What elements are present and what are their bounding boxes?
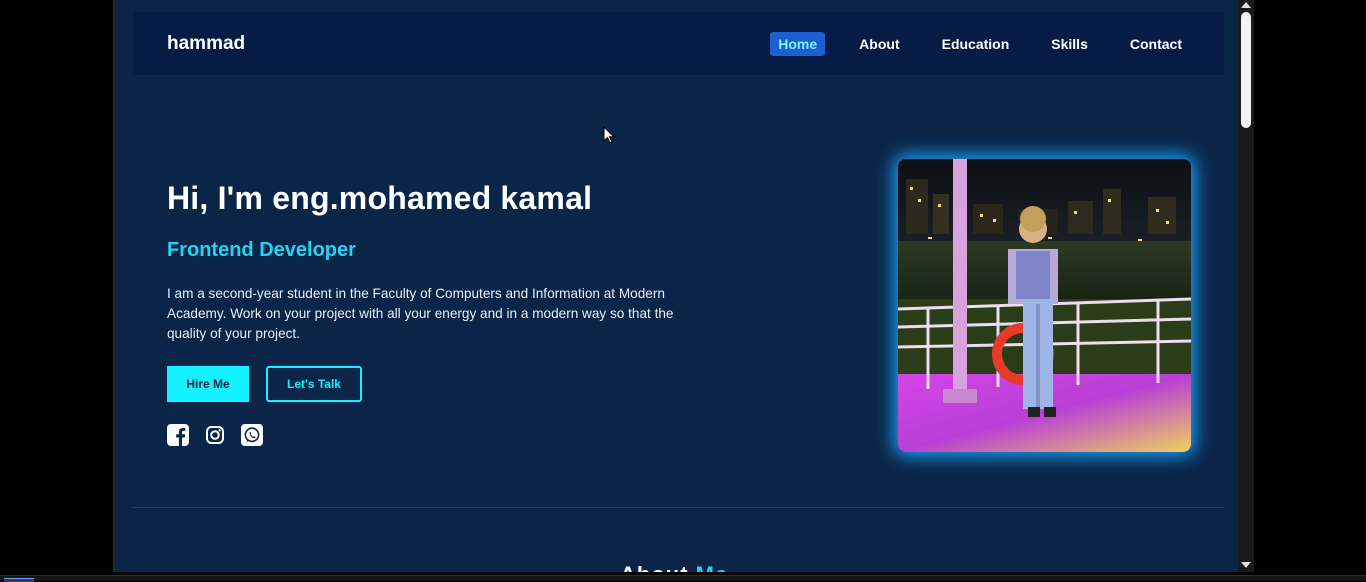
instagram-icon[interactable]	[204, 424, 226, 446]
profile-photo	[898, 159, 1191, 452]
hero-description: I am a second-year student in the Facult…	[167, 286, 674, 341]
taskbar	[0, 575, 1366, 582]
scrollbar-thumb[interactable]	[1241, 12, 1251, 128]
nav-menu: Home About Education Skills Contact	[744, 31, 1190, 56]
nav-link-home[interactable]: Home	[770, 31, 826, 56]
browser-viewport: hammad Home About Education Skills Conta…	[113, 0, 1238, 572]
section-divider	[133, 507, 1224, 508]
about-heading-accent: Me	[696, 562, 729, 572]
scroll-down-arrow-icon[interactable]	[1241, 562, 1251, 568]
about-heading-start: About	[620, 562, 689, 572]
scroll-up-arrow-icon[interactable]	[1241, 2, 1251, 8]
facebook-icon[interactable]	[167, 424, 189, 446]
lets-talk-button[interactable]: Let's Talk	[266, 366, 362, 402]
about-heading: About Me	[620, 562, 728, 572]
nav-link-contact[interactable]: Contact	[1122, 32, 1190, 56]
nav-link-education[interactable]: Education	[934, 32, 1018, 56]
hero-role: Frontend Developer	[167, 239, 356, 261]
hero-title: Hi, I'm eng.mohamed kamal	[167, 180, 593, 216]
hero-buttons: Hire Me Let's Talk	[167, 366, 687, 402]
profile-photo-image	[898, 159, 1191, 452]
hire-me-button[interactable]: Hire Me	[167, 366, 249, 402]
taskbar-item[interactable]	[4, 578, 34, 582]
nav-link-about[interactable]: About	[851, 32, 907, 56]
whatsapp-icon[interactable]	[241, 424, 263, 446]
mouse-cursor-icon	[603, 125, 616, 144]
vertical-scrollbar[interactable]	[1238, 0, 1254, 572]
nav-link-skills[interactable]: Skills	[1043, 32, 1096, 56]
navbar: hammad Home About Education Skills Conta…	[133, 12, 1224, 75]
site-logo[interactable]: hammad	[167, 33, 245, 55]
hero-section: Hi, I'm eng.mohamed kamal Frontend Devel…	[167, 180, 687, 446]
social-links	[167, 424, 687, 446]
